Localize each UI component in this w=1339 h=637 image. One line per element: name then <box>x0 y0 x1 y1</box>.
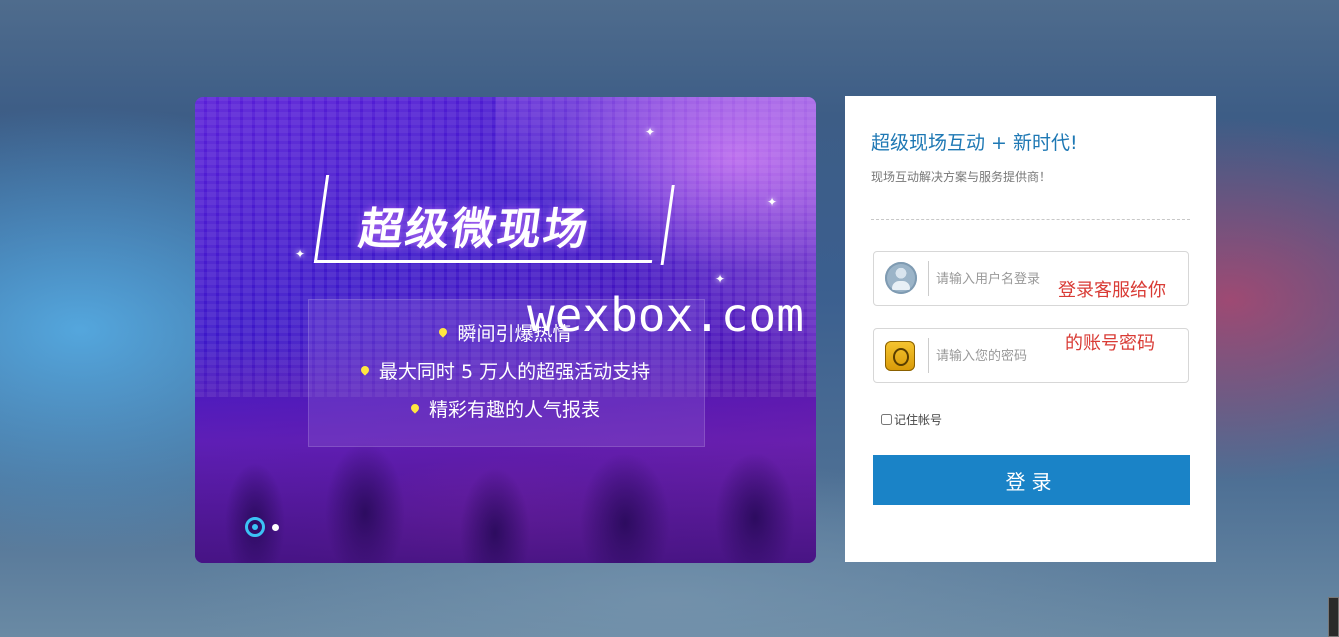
login-subheading: 现场互动解决方案与服务提供商！ <box>871 170 1052 184</box>
sparkle-icon: ✦ <box>715 272 726 286</box>
carousel-dot-active[interactable] <box>245 517 265 537</box>
login-panel: 超级现场互动 + 新时代! 现场互动解决方案与服务提供商！ 登录客服给你 的账号… <box>845 96 1216 562</box>
field-separator <box>928 261 929 296</box>
user-avatar-icon <box>885 262 917 294</box>
location-pin-icon <box>359 364 371 376</box>
sparkle-icon: ✦ <box>645 125 656 139</box>
login-button[interactable]: 登录 <box>873 455 1190 505</box>
sparkle-icon: ✦ <box>767 195 778 209</box>
note-line-2: 的账号密码 <box>1065 333 1155 354</box>
note-line-1: 登录客服给你 <box>1058 280 1166 301</box>
corner-scroll-handle[interactable] <box>1328 597 1339 637</box>
location-pin-icon <box>409 402 421 414</box>
feature-item: 最大同时 5 万人的超强活动支持 <box>308 353 703 391</box>
username-icon-box <box>874 252 929 305</box>
watermark-text: wexbox.com <box>527 288 804 342</box>
divider <box>871 219 1190 220</box>
banner-title: 超级微现场 <box>355 204 593 255</box>
remember-account[interactable]: 记住帐号 <box>881 411 942 428</box>
location-pin-icon <box>437 326 450 338</box>
remember-label: 记住帐号 <box>894 413 943 427</box>
feature-item: 精彩有趣的人气报表 <box>308 391 703 429</box>
login-heading: 超级现场互动 + 新时代! <box>871 132 1078 154</box>
password-icon-box <box>874 329 929 382</box>
carousel-dot[interactable] <box>272 524 279 531</box>
field-separator <box>928 338 929 373</box>
remember-checkbox[interactable] <box>881 414 892 425</box>
lock-icon <box>885 341 915 371</box>
sparkle-icon: ✦ <box>295 247 306 261</box>
